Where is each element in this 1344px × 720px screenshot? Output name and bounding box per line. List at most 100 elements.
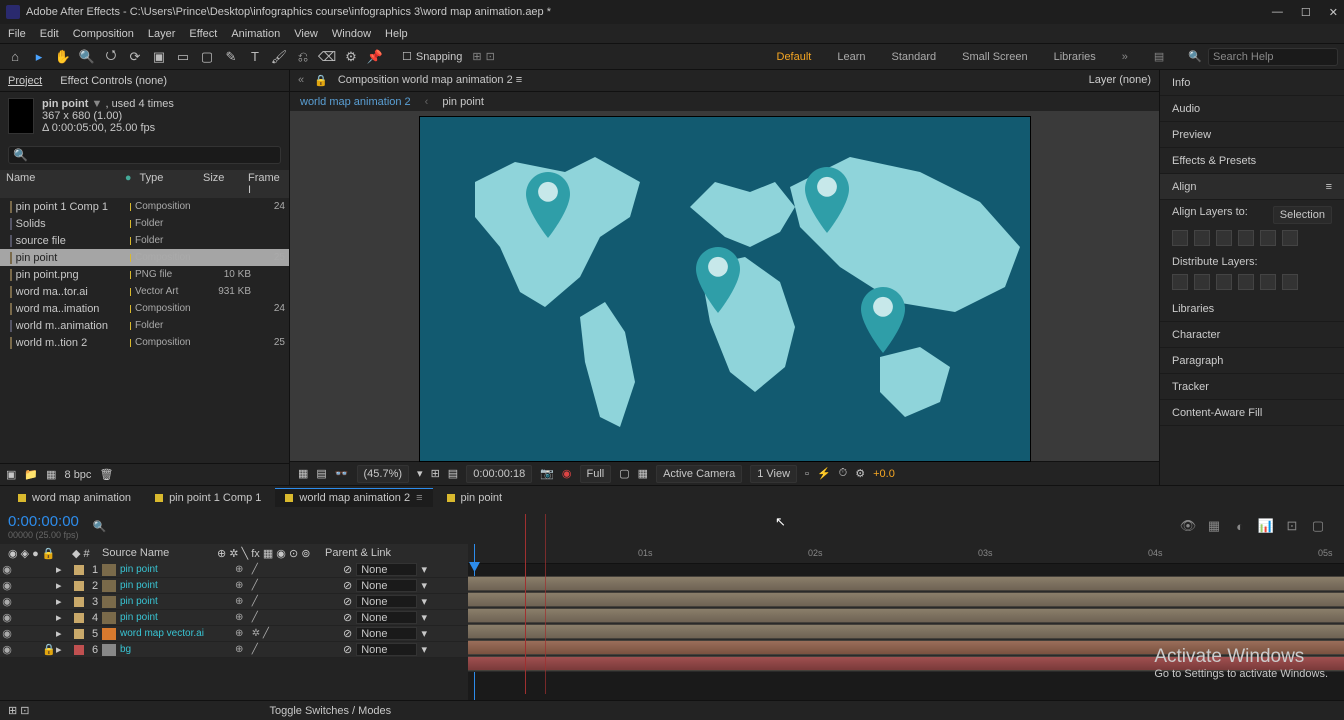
res-icon[interactable]: ▾ (417, 467, 423, 480)
fast-icon[interactable]: ⚡ (817, 467, 831, 480)
dist-2-icon[interactable] (1194, 274, 1210, 290)
mask-icon[interactable]: 👓 (335, 467, 349, 480)
frame-blend-icon[interactable]: ▦ (1206, 518, 1222, 534)
clone-tool-icon[interactable]: ⎌ (294, 48, 312, 66)
toggle-switches-button[interactable]: Toggle Switches / Modes (270, 705, 392, 717)
camera-dropdown[interactable]: Active Camera (656, 465, 742, 483)
expand-icon[interactable]: ⊞ ⊡ (8, 704, 30, 717)
menu-effect[interactable]: Effect (189, 28, 217, 40)
project-search[interactable]: 🔍 (8, 146, 281, 164)
mag-icon[interactable]: ▦ (298, 467, 308, 480)
breadcrumb-sub[interactable]: pin point (442, 96, 484, 108)
panel-character[interactable]: Character (1160, 322, 1344, 348)
layer-track[interactable] (468, 592, 1344, 608)
search-help-input[interactable]: Search Help (1208, 48, 1338, 66)
menu-animation[interactable]: Animation (231, 28, 280, 40)
project-row[interactable]: source fileFolder (0, 232, 289, 249)
timeline-tab[interactable]: word map animation (8, 488, 141, 507)
snap-opts-icon[interactable]: ⊞ (472, 50, 481, 63)
layer-track[interactable] (468, 576, 1344, 592)
project-row[interactable]: SolidsFolder (0, 215, 289, 232)
zoom-tool-icon[interactable]: 🔍 (78, 48, 96, 66)
time-ruler[interactable]: 01s 02s 03s 04s 05s (468, 544, 1344, 564)
timeline-tab[interactable]: pin point 1 Comp 1 (145, 488, 271, 507)
col-source-name[interactable]: Source Name (98, 547, 213, 559)
maximize-icon[interactable]: ☐ (1301, 6, 1311, 19)
puppet-tool-icon[interactable]: 📌 (366, 48, 384, 66)
comp-icon[interactable]: ▦ (46, 468, 56, 481)
rotate-tool-icon[interactable]: ⟳ (126, 48, 144, 66)
roto-tool-icon[interactable]: ⚙ (342, 48, 360, 66)
panel-fx[interactable]: Effects & Presets (1160, 148, 1344, 174)
interpret-icon[interactable]: ▣ (6, 468, 16, 481)
snapshot-icon[interactable]: 📷 (540, 467, 554, 480)
layer-track[interactable] (468, 624, 1344, 640)
pix-icon[interactable]: ▫ (805, 468, 809, 480)
dist-4-icon[interactable] (1238, 274, 1254, 290)
mb-icon[interactable]: ◐ (1232, 518, 1248, 534)
pen-tool-icon[interactable]: ✎ (222, 48, 240, 66)
project-row[interactable]: world m..animationFolder (0, 317, 289, 334)
gear-icon[interactable]: ⚙ (855, 467, 865, 480)
project-row[interactable]: word ma..imationComposition24 (0, 300, 289, 317)
ruler-icon[interactable]: ▤ (448, 467, 458, 480)
align-left-icon[interactable] (1172, 230, 1188, 246)
lock-icon[interactable]: 🔒 (314, 74, 328, 87)
panel-paragraph[interactable]: Paragraph (1160, 348, 1344, 374)
minimize-icon[interactable]: — (1272, 6, 1283, 19)
panel-caf[interactable]: Content-Aware Fill (1160, 400, 1344, 426)
rect-tool-icon[interactable]: ▢ (198, 48, 216, 66)
layer-row[interactable]: ◉▸5word map vector.ai⊕ ✲ ╱⊘None▾ (0, 626, 468, 642)
col-parent[interactable]: Parent & Link (321, 547, 395, 559)
trans-grid-icon[interactable]: ▦ (638, 467, 648, 480)
layer-row[interactable]: ◉▸1pin point⊕ ╱⊘None▾ (0, 562, 468, 578)
snap-checkbox[interactable]: ☐ (402, 50, 412, 63)
panel-info[interactable]: Info (1160, 70, 1344, 96)
canvas[interactable] (420, 117, 1030, 461)
layer-row[interactable]: ◉▸3pin point⊕ ╱⊘None▾ (0, 594, 468, 610)
col-name[interactable]: Name (6, 172, 117, 196)
ws-learn[interactable]: Learn (837, 51, 865, 63)
dist-3-icon[interactable] (1216, 274, 1232, 290)
preview-time[interactable]: 0:00:00:18 (466, 465, 532, 483)
menu-help[interactable]: Help (385, 28, 408, 40)
dist-5-icon[interactable] (1260, 274, 1276, 290)
hand-tool-icon[interactable]: ✋ (54, 48, 72, 66)
ws-standard[interactable]: Standard (892, 51, 937, 63)
timeline-tracks[interactable]: 01s 02s 03s 04s 05s (468, 544, 1344, 720)
time-icon[interactable]: ⏱ (839, 467, 848, 480)
layer-row[interactable]: ◉🔒▸6bg⊕ ╱⊘None▾ (0, 642, 468, 658)
layer-row[interactable]: ◉▸4pin point⊕ ╱⊘None▾ (0, 610, 468, 626)
project-row[interactable]: pin pointComposition25 (0, 249, 289, 266)
menu-window[interactable]: Window (332, 28, 371, 40)
folder-icon[interactable]: 📁 (24, 468, 38, 481)
anchor-tool-icon[interactable]: ▭ (174, 48, 192, 66)
ws-default[interactable]: Default (777, 51, 812, 63)
panel-align[interactable]: Align≡ (1160, 174, 1344, 200)
tab-project[interactable]: Project (8, 75, 42, 87)
align-bottom-icon[interactable] (1282, 230, 1298, 246)
ws-small[interactable]: Small Screen (962, 51, 1027, 63)
zoom-dropdown[interactable]: (45.7%) (357, 465, 410, 483)
project-row[interactable]: pin point 1 Comp 1Composition24 (0, 198, 289, 215)
render-icon[interactable]: ▢ (1310, 518, 1326, 534)
bpc-toggle[interactable]: 8 bpc (65, 469, 92, 481)
ws-overflow-icon[interactable]: » (1122, 51, 1128, 63)
eraser-tool-icon[interactable]: ⌫ (318, 48, 336, 66)
panel-audio[interactable]: Audio (1160, 96, 1344, 122)
align-top-icon[interactable] (1238, 230, 1254, 246)
draft-icon[interactable]: ⊡ (1284, 518, 1300, 534)
align-hcenter-icon[interactable] (1194, 230, 1210, 246)
timeline-tab[interactable]: pin point (437, 488, 513, 507)
resolution-dropdown[interactable]: Full (580, 465, 612, 483)
project-row[interactable]: pin point.pngPNG file10 KB (0, 266, 289, 283)
align-vcenter-icon[interactable] (1260, 230, 1276, 246)
menu-layer[interactable]: Layer (148, 28, 176, 40)
breadcrumb-comp[interactable]: world map animation 2 (300, 96, 411, 108)
col-type[interactable]: Type (140, 172, 195, 196)
layer-row[interactable]: ◉▸2pin point⊕ ╱⊘None▾ (0, 578, 468, 594)
close-icon[interactable]: ✕ (1329, 6, 1338, 19)
current-timecode[interactable]: 0:00:00:00 (8, 513, 79, 530)
menu-view[interactable]: View (294, 28, 318, 40)
exposure[interactable]: +0.0 (873, 468, 895, 480)
